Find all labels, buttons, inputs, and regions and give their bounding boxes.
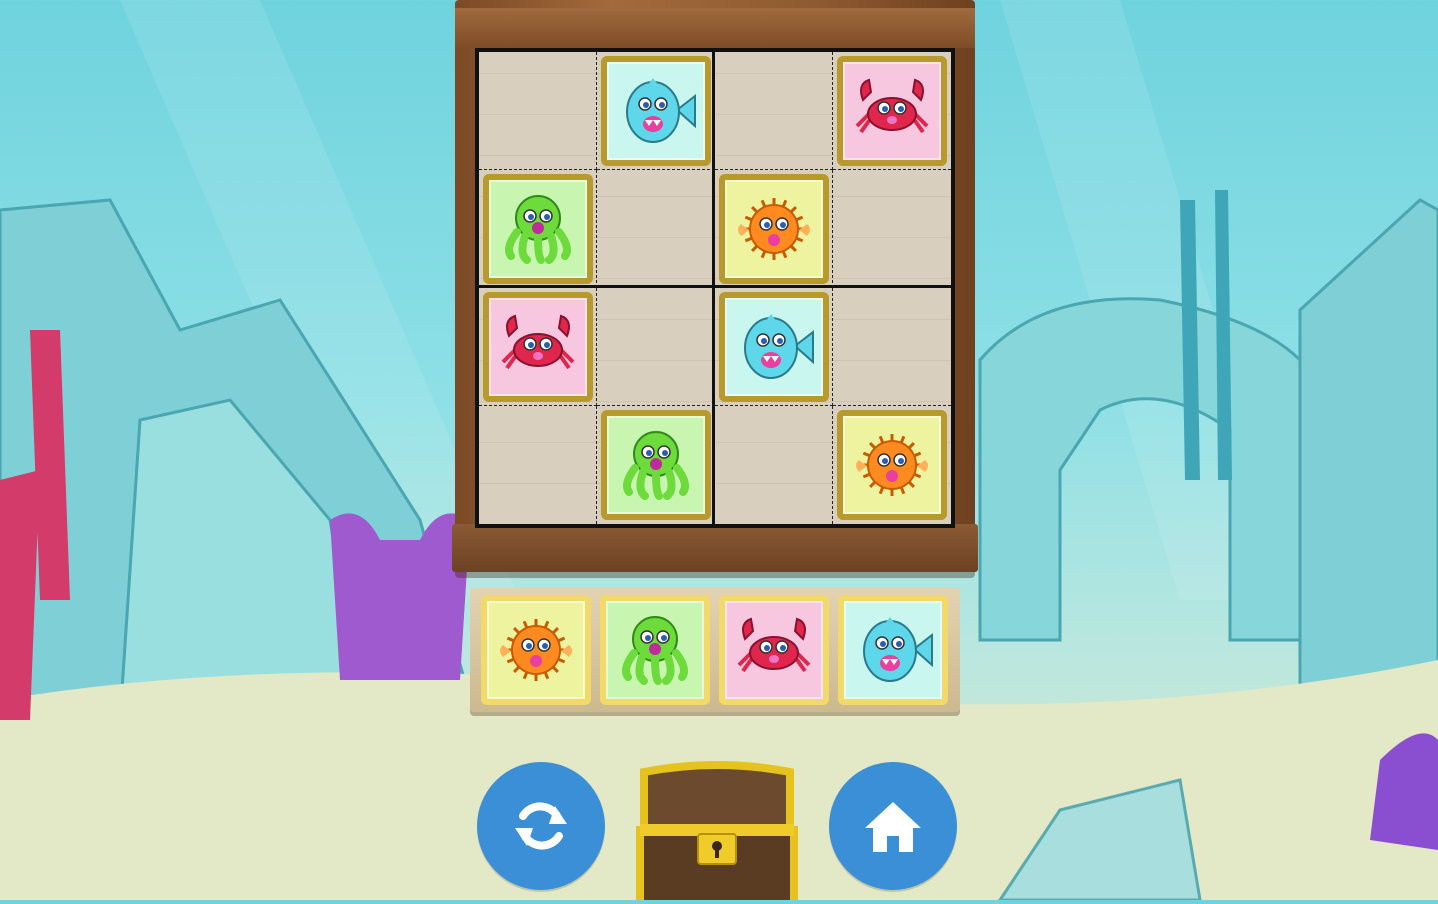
grid-cell[interactable] [833, 288, 951, 406]
pufferfish-icon [738, 198, 810, 260]
board-top-plank [455, 8, 975, 48]
crab-icon [737, 617, 811, 673]
grid-cell[interactable] [833, 170, 951, 288]
octopus-icon [623, 431, 689, 500]
board-tile-octopus[interactable] [483, 174, 593, 284]
board-tile-fish[interactable] [601, 56, 711, 166]
board-tile-octopus[interactable] [601, 410, 711, 520]
board-tile-fish[interactable] [719, 292, 829, 402]
refresh-button[interactable] [477, 762, 605, 890]
treasure-chest-icon[interactable] [634, 760, 800, 904]
shark-fish-icon [626, 78, 696, 143]
grid-cell[interactable] [715, 406, 833, 524]
piece-tray [470, 588, 960, 712]
grid-cell[interactable] [597, 170, 715, 288]
board-tile-pufferfish[interactable] [719, 174, 829, 284]
tray-tile-pufferfish[interactable] [481, 595, 591, 705]
pufferfish-icon [856, 434, 928, 496]
refresh-icon [515, 802, 567, 850]
octopus-icon [505, 195, 571, 264]
board-bottom-plank [452, 524, 978, 572]
pufferfish-icon [500, 619, 572, 681]
sudoku-grid [475, 48, 955, 528]
crab-icon [501, 314, 575, 370]
tray-tile-octopus[interactable] [600, 595, 710, 705]
grid-cell[interactable] [479, 52, 597, 170]
grid-cell[interactable] [715, 52, 833, 170]
octopus-icon [622, 616, 688, 685]
crab-icon [855, 78, 929, 134]
board-tile-pufferfish[interactable] [837, 410, 947, 520]
board-tile-crab[interactable] [483, 292, 593, 402]
tray-tile-fish[interactable] [838, 595, 948, 705]
grid-cell[interactable] [479, 406, 597, 524]
home-icon [865, 802, 921, 852]
grid-cell[interactable] [597, 288, 715, 406]
tray-tile-crab[interactable] [719, 595, 829, 705]
board-tile-crab[interactable] [837, 56, 947, 166]
home-button[interactable] [829, 762, 957, 890]
shark-fish-icon [744, 314, 814, 379]
shark-fish-icon [863, 617, 933, 682]
